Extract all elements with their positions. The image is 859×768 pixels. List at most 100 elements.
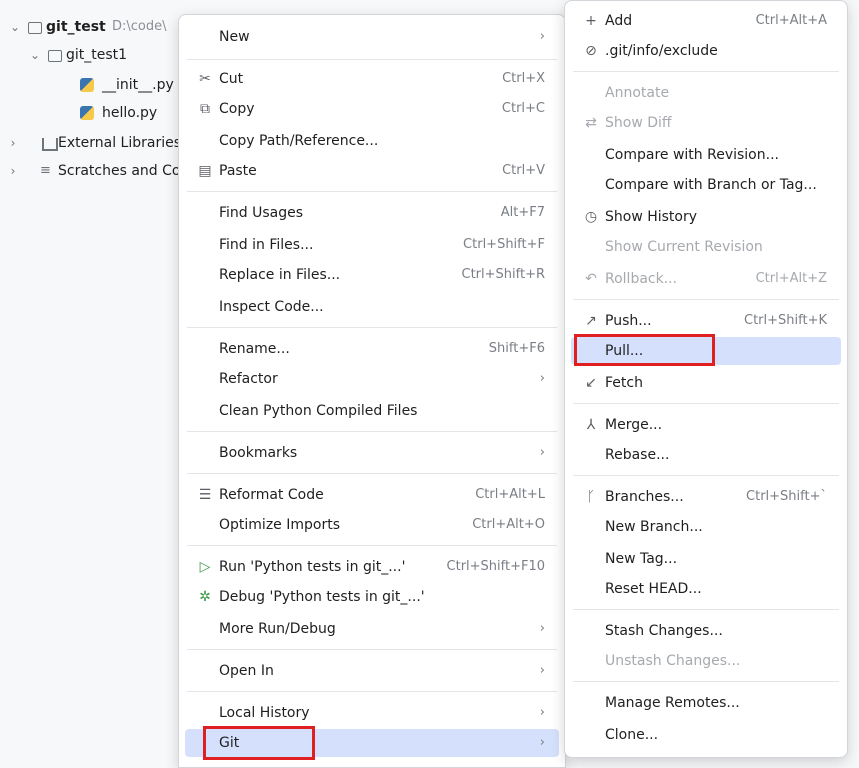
git-item-new-branch[interactable]: New Branch... — [571, 513, 841, 541]
branch-icon: ᚴ — [586, 489, 596, 505]
tree-file-init[interactable]: __init__.py — [80, 72, 190, 98]
menu-item-local-history[interactable]: Local History › — [185, 699, 559, 727]
menu-item-run[interactable]: ▷ Run 'Python tests in git_...' Ctrl+Shi… — [185, 553, 559, 581]
git-item-compare-revision[interactable]: Compare with Revision... — [571, 141, 841, 169]
tree-file-hello[interactable]: hello.py — [80, 100, 190, 126]
menu-item-paste[interactable]: ▤ Paste Ctrl+V — [185, 157, 559, 185]
menu-item-inspect-code[interactable]: Inspect Code... — [185, 293, 559, 321]
chevron-right-icon: › — [539, 705, 545, 720]
python-file-icon — [80, 78, 94, 92]
menu-item-label: Show History — [605, 209, 698, 225]
menu-item-refactor[interactable]: Refactor › — [185, 365, 559, 393]
menu-item-clean-python[interactable]: Clean Python Compiled Files — [185, 397, 559, 425]
chevron-right-icon: › — [539, 663, 545, 678]
menu-item-rename[interactable]: Rename... Shift+F6 — [185, 335, 559, 363]
shortcut-label: Ctrl+C — [501, 101, 545, 116]
separator — [187, 327, 557, 328]
menu-item-replace-in-files[interactable]: Replace in Files... Ctrl+Shift+R — [185, 261, 559, 289]
fetch-arrow-icon: ↙ — [585, 375, 597, 391]
menu-item-label: Local History — [219, 705, 310, 721]
menu-item-reformat-code[interactable]: ☰ Reformat Code Ctrl+Alt+L — [185, 481, 559, 509]
separator — [187, 191, 557, 192]
menu-item-label: Annotate — [605, 85, 670, 101]
menu-item-label: Copy Path/Reference... — [219, 133, 379, 149]
separator — [187, 649, 557, 650]
tree-root[interactable]: ⌄ git_test D:\code\ — [8, 14, 190, 40]
chevron-right-icon: › — [539, 621, 545, 636]
git-item-branches[interactable]: ᚴ Branches... Ctrl+Shift+` — [571, 483, 841, 511]
menu-item-label: Unstash Changes... — [605, 653, 741, 669]
tree-scratches[interactable]: › ≡ Scratches and Co — [6, 158, 190, 184]
menu-item-debug[interactable]: ✲ Debug 'Python tests in git_...' — [185, 583, 559, 611]
copy-icon: ⧉ — [200, 101, 210, 117]
git-item-merge[interactable]: ⅄ Merge... — [571, 411, 841, 439]
git-item-fetch[interactable]: ↙ Fetch — [571, 369, 841, 397]
git-item-stash[interactable]: Stash Changes... — [571, 617, 841, 645]
debug-icon: ✲ — [199, 589, 211, 605]
menu-item-optimize-imports[interactable]: Optimize Imports Ctrl+Alt+O — [185, 511, 559, 539]
menu-item-label: More Run/Debug — [219, 621, 336, 637]
rollback-icon: ↶ — [585, 271, 597, 287]
separator — [573, 475, 839, 476]
menu-item-label: Fetch — [605, 375, 643, 391]
menu-item-label: Show Current Revision — [605, 239, 763, 255]
menu-item-label: .git/info/exclude — [605, 43, 718, 59]
menu-item-new[interactable]: New › — [185, 23, 559, 51]
shortcut-label: Ctrl+Shift+` — [746, 489, 827, 504]
file-label: hello.py — [102, 105, 158, 121]
menu-item-label: Optimize Imports — [219, 517, 340, 533]
shortcut-label: Ctrl+Shift+R — [461, 267, 546, 282]
diff-icon: ⇄ — [585, 115, 597, 131]
chevron-down-icon[interactable]: ⌄ — [8, 14, 22, 40]
separator — [573, 681, 839, 682]
chevron-right-icon: › — [539, 445, 545, 460]
shortcut-label: Ctrl+Shift+F10 — [446, 559, 545, 574]
shortcut-label: Ctrl+V — [502, 163, 545, 178]
menu-item-bookmarks[interactable]: Bookmarks › — [185, 439, 559, 467]
git-item-clone[interactable]: Clone... — [571, 721, 841, 749]
menu-item-label: Clean Python Compiled Files — [219, 403, 418, 419]
menu-item-label: Bookmarks — [219, 445, 298, 461]
tree-external-libraries[interactable]: › External Libraries — [6, 130, 190, 156]
menu-item-label: Show Diff — [605, 115, 672, 131]
separator — [573, 299, 839, 300]
tree-folder-git-test1[interactable]: ⌄ git_test1 — [28, 42, 190, 68]
menu-item-more-run-debug[interactable]: More Run/Debug › — [185, 615, 559, 643]
git-item-new-tag[interactable]: New Tag... — [571, 545, 841, 573]
menu-item-label: Debug 'Python tests in git_...' — [219, 589, 425, 605]
git-item-exclude[interactable]: ⊘ .git/info/exclude — [571, 37, 841, 65]
menu-item-label: Open In — [219, 663, 274, 679]
menu-item-find-in-files[interactable]: Find in Files... Ctrl+Shift+F — [185, 231, 559, 259]
menu-item-label: New Branch... — [605, 519, 703, 535]
git-item-add[interactable]: + Add Ctrl+Alt+A — [571, 7, 841, 35]
menu-item-label: Branches... — [605, 489, 684, 505]
git-item-show-history[interactable]: ◷ Show History — [571, 203, 841, 231]
menu-item-open-in[interactable]: Open In › — [185, 657, 559, 685]
chevron-down-icon[interactable]: ⌄ — [28, 42, 42, 68]
menu-item-label: Push... — [605, 313, 652, 329]
menu-item-copy[interactable]: ⧉ Copy Ctrl+C — [185, 95, 559, 123]
menu-item-label: New Tag... — [605, 551, 678, 567]
menu-item-label: Find Usages — [219, 205, 304, 221]
menu-item-label: Clone... — [605, 727, 659, 743]
git-item-push[interactable]: ↗ Push... Ctrl+Shift+K — [571, 307, 841, 335]
git-item-reset-head[interactable]: Reset HEAD... — [571, 575, 841, 603]
shortcut-label: Shift+F6 — [488, 341, 545, 356]
menu-item-label: Copy — [219, 101, 255, 117]
menu-item-cut[interactable]: ✂ Cut Ctrl+X — [185, 65, 559, 93]
chevron-right-icon[interactable]: › — [6, 158, 20, 184]
git-item-rebase[interactable]: Rebase... — [571, 441, 841, 469]
shortcut-label: Ctrl+Alt+L — [475, 487, 545, 502]
chevron-right-icon[interactable]: › — [6, 130, 20, 156]
git-item-show-diff: ⇄ Show Diff — [571, 109, 841, 137]
clock-icon: ◷ — [584, 209, 598, 225]
git-item-manage-remotes[interactable]: Manage Remotes... — [571, 689, 841, 717]
root-name: git_test — [46, 19, 106, 35]
menu-item-label: Rebase... — [605, 447, 670, 463]
menu-item-find-usages[interactable]: Find Usages Alt+F7 — [185, 199, 559, 227]
menu-item-copy-path[interactable]: Copy Path/Reference... — [185, 127, 559, 155]
git-item-compare-branch[interactable]: Compare with Branch or Tag... — [571, 171, 841, 199]
chevron-right-icon: › — [539, 371, 545, 386]
git-submenu: + Add Ctrl+Alt+A ⊘ .git/info/exclude Ann… — [564, 0, 848, 758]
menu-item-label: Cut — [219, 71, 244, 87]
